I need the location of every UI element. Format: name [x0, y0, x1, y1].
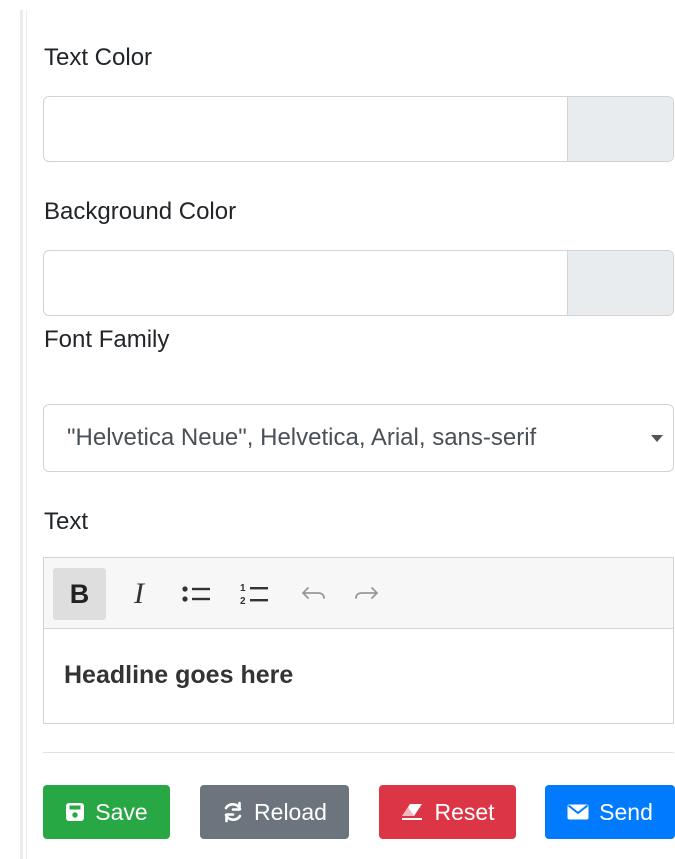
- bullet-list-button[interactable]: [180, 568, 214, 620]
- floppy-disk-icon: [66, 803, 85, 821]
- reset-button-label: Reset: [434, 798, 495, 825]
- background-color-swatch[interactable]: [567, 251, 673, 315]
- reload-button[interactable]: Reload: [200, 785, 349, 839]
- save-button-label: Save: [95, 798, 148, 825]
- svg-text:2: 2: [240, 596, 246, 607]
- editor-content[interactable]: Headline goes here: [64, 661, 293, 690]
- text-label: Text: [44, 508, 89, 535]
- text-color-input[interactable]: [44, 97, 569, 161]
- save-button[interactable]: Save: [43, 785, 170, 839]
- reload-button-label: Reload: [254, 798, 327, 825]
- undo-button[interactable]: [297, 568, 331, 620]
- redo-icon: [355, 587, 378, 599]
- italic-button[interactable]: I: [122, 568, 156, 620]
- background-color-label: Background Color: [44, 198, 237, 225]
- font-family-label: Font Family: [44, 326, 170, 353]
- rich-text-editor: B I 1 2 Headline goes here: [43, 557, 674, 724]
- chevron-down-icon: [651, 435, 663, 442]
- refresh-icon: [224, 801, 242, 823]
- eraser-icon: [402, 804, 423, 820]
- svg-text:1: 1: [240, 583, 246, 594]
- section-divider: [43, 752, 674, 753]
- reset-button[interactable]: Reset: [379, 785, 516, 839]
- background-color-field: [43, 250, 674, 316]
- bold-button[interactable]: B: [53, 568, 106, 620]
- send-button-label: Send: [599, 798, 653, 825]
- undo-icon: [302, 587, 325, 599]
- redo-button[interactable]: [349, 568, 383, 620]
- numbered-list-icon: 1 2: [240, 583, 268, 607]
- font-family-select[interactable]: "Helvetica Neue", Helvetica, Arial, sans…: [43, 404, 674, 472]
- sidebar-edge: [20, 10, 23, 859]
- background-color-input[interactable]: [44, 251, 569, 315]
- editor-toolbar: B I 1 2: [44, 558, 673, 629]
- sidebar-edge-line: [26, 10, 27, 859]
- bullet-list-icon: [182, 586, 210, 602]
- text-color-swatch[interactable]: [567, 97, 673, 161]
- envelope-icon: [567, 804, 589, 820]
- send-button[interactable]: Send: [545, 785, 675, 839]
- numbered-list-button[interactable]: 1 2: [238, 568, 272, 620]
- text-color-label: Text Color: [44, 44, 153, 71]
- font-family-selected-value: "Helvetica Neue", Helvetica, Arial, sans…: [67, 424, 537, 451]
- text-color-field: [43, 96, 674, 162]
